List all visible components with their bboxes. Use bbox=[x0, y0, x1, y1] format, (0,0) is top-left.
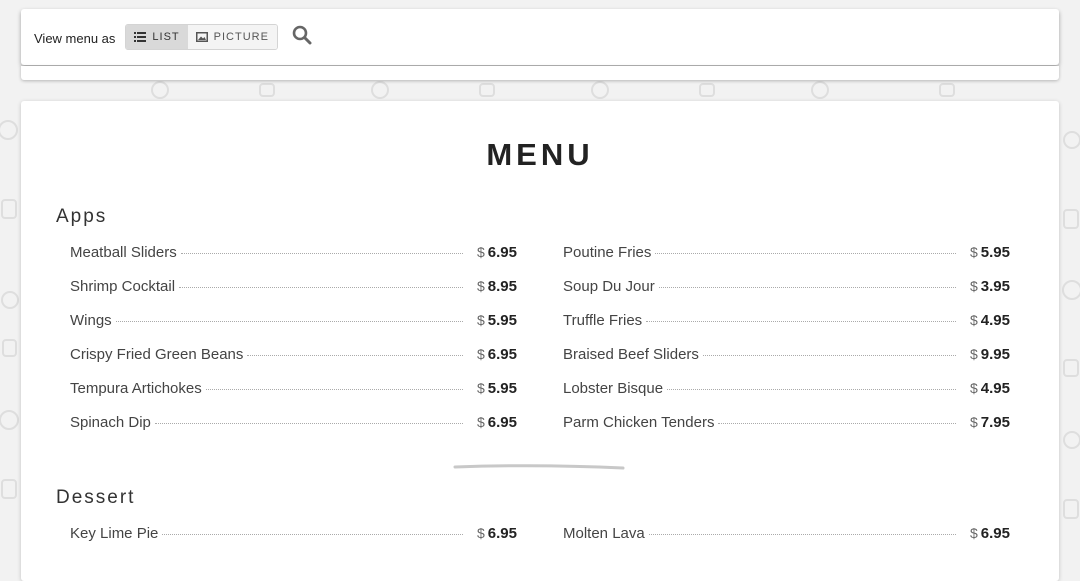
menu-item[interactable]: Crispy Fried Green Beans $ 6.95 bbox=[70, 346, 517, 380]
menu-item[interactable]: Meatball Sliders $ 6.95 bbox=[70, 244, 517, 278]
currency-symbol: $ bbox=[970, 346, 978, 362]
dotted-leader bbox=[179, 287, 463, 288]
dotted-leader bbox=[247, 355, 463, 356]
item-price: 6.95 bbox=[980, 525, 1010, 542]
item-name: Tempura Artichokes bbox=[70, 380, 202, 397]
menu-item[interactable]: Key Lime Pie $ 6.95 bbox=[70, 525, 517, 559]
dotted-leader bbox=[162, 534, 463, 535]
item-price: 6.95 bbox=[487, 244, 517, 261]
currency-symbol: $ bbox=[970, 525, 978, 541]
image-icon bbox=[195, 32, 208, 42]
list-view-button[interactable]: LIST bbox=[126, 25, 188, 49]
picture-view-button[interactable]: PICTURE bbox=[187, 25, 277, 49]
search-button[interactable] bbox=[292, 25, 312, 50]
item-price: 5.95 bbox=[980, 244, 1010, 261]
item-name: Braised Beef Sliders bbox=[563, 346, 699, 363]
menu-item[interactable]: Parm Chicken Tenders $ 7.95 bbox=[563, 414, 1010, 448]
section-title-dessert: Dessert bbox=[56, 487, 136, 508]
item-price: 9.95 bbox=[980, 346, 1010, 363]
currency-symbol: $ bbox=[970, 278, 978, 294]
dotted-leader bbox=[655, 253, 956, 254]
dotted-leader bbox=[718, 423, 956, 424]
dotted-leader bbox=[658, 287, 956, 288]
menu-item[interactable]: Shrimp Cocktail $ 8.95 bbox=[70, 278, 517, 312]
view-toggle: LIST PICTURE bbox=[125, 24, 278, 50]
item-price: 4.95 bbox=[980, 380, 1010, 397]
item-price: 6.95 bbox=[487, 414, 517, 431]
dotted-leader bbox=[667, 389, 956, 390]
dotted-leader bbox=[154, 423, 463, 424]
item-name: Lobster Bisque bbox=[563, 380, 664, 397]
item-name: Meatball Sliders bbox=[70, 244, 177, 261]
item-price: 6.95 bbox=[487, 525, 517, 542]
currency-symbol: $ bbox=[970, 380, 978, 396]
view-toolbar: View menu as LIST PICTURE bbox=[21, 9, 1059, 65]
item-name: Poutine Fries bbox=[563, 244, 652, 261]
currency-symbol: $ bbox=[970, 312, 978, 328]
menu-item[interactable]: Truffle Fries $ 4.95 bbox=[563, 312, 1010, 346]
item-name: Wings bbox=[70, 312, 112, 329]
apps-left-column: Meatball Sliders $ 6.95 Shrimp Cocktail … bbox=[70, 244, 517, 448]
item-price: 5.95 bbox=[487, 312, 517, 329]
apps-right-column: Poutine Fries $ 5.95 Soup Du Jour $ 3.95… bbox=[563, 244, 1010, 448]
item-price: 6.95 bbox=[487, 346, 517, 363]
item-price: 7.95 bbox=[980, 414, 1010, 431]
search-icon bbox=[292, 25, 312, 50]
currency-symbol: $ bbox=[477, 346, 485, 362]
currency-symbol: $ bbox=[477, 414, 485, 430]
menu-item[interactable]: Wings $ 5.95 bbox=[70, 312, 517, 346]
menu-item[interactable]: Braised Beef Sliders $ 9.95 bbox=[563, 346, 1010, 380]
menu-item[interactable]: Poutine Fries $ 5.95 bbox=[563, 244, 1010, 278]
toolbar-strip bbox=[21, 66, 1059, 80]
currency-symbol: $ bbox=[477, 278, 485, 294]
section-divider bbox=[453, 464, 625, 470]
dotted-leader bbox=[648, 534, 956, 535]
list-icon bbox=[134, 32, 147, 42]
menu-item[interactable]: Spinach Dip $ 6.95 bbox=[70, 414, 517, 448]
dotted-leader bbox=[115, 321, 463, 322]
section-title-apps: Apps bbox=[56, 206, 108, 227]
menu-item[interactable]: Tempura Artichokes $ 5.95 bbox=[70, 380, 517, 414]
view-menu-label: View menu as bbox=[34, 30, 116, 46]
menu-card: MENU Apps Meatball Sliders $ 6.95 Shrimp… bbox=[21, 101, 1059, 581]
item-name: Truffle Fries bbox=[563, 312, 643, 329]
currency-symbol: $ bbox=[970, 414, 978, 430]
currency-symbol: $ bbox=[970, 244, 978, 260]
item-name: Spinach Dip bbox=[70, 414, 151, 431]
item-price: 8.95 bbox=[487, 278, 517, 295]
menu-item[interactable]: Soup Du Jour $ 3.95 bbox=[563, 278, 1010, 312]
item-name: Soup Du Jour bbox=[563, 278, 655, 295]
dotted-leader bbox=[205, 389, 463, 390]
currency-symbol: $ bbox=[477, 525, 485, 541]
dotted-leader bbox=[180, 253, 463, 254]
item-name: Parm Chicken Tenders bbox=[563, 414, 715, 431]
dessert-right-column: Molten Lava $ 6.95 bbox=[563, 525, 1010, 559]
item-name: Shrimp Cocktail bbox=[70, 278, 176, 295]
item-name: Molten Lava bbox=[563, 525, 645, 542]
menu-item[interactable]: Lobster Bisque $ 4.95 bbox=[563, 380, 1010, 414]
currency-symbol: $ bbox=[477, 312, 485, 328]
item-price: 3.95 bbox=[980, 278, 1010, 295]
menu-item[interactable]: Molten Lava $ 6.95 bbox=[563, 525, 1010, 559]
dotted-leader bbox=[646, 321, 956, 322]
currency-symbol: $ bbox=[477, 380, 485, 396]
dotted-leader bbox=[702, 355, 956, 356]
currency-symbol: $ bbox=[477, 244, 485, 260]
item-name: Key Lime Pie bbox=[70, 525, 159, 542]
item-price: 5.95 bbox=[487, 380, 517, 397]
item-price: 4.95 bbox=[980, 312, 1010, 329]
menu-title: MENU bbox=[486, 137, 594, 172]
dessert-left-column: Key Lime Pie $ 6.95 bbox=[70, 525, 517, 559]
item-name: Crispy Fried Green Beans bbox=[70, 346, 244, 363]
list-view-label: LIST bbox=[152, 31, 180, 43]
picture-view-label: PICTURE bbox=[213, 31, 269, 43]
